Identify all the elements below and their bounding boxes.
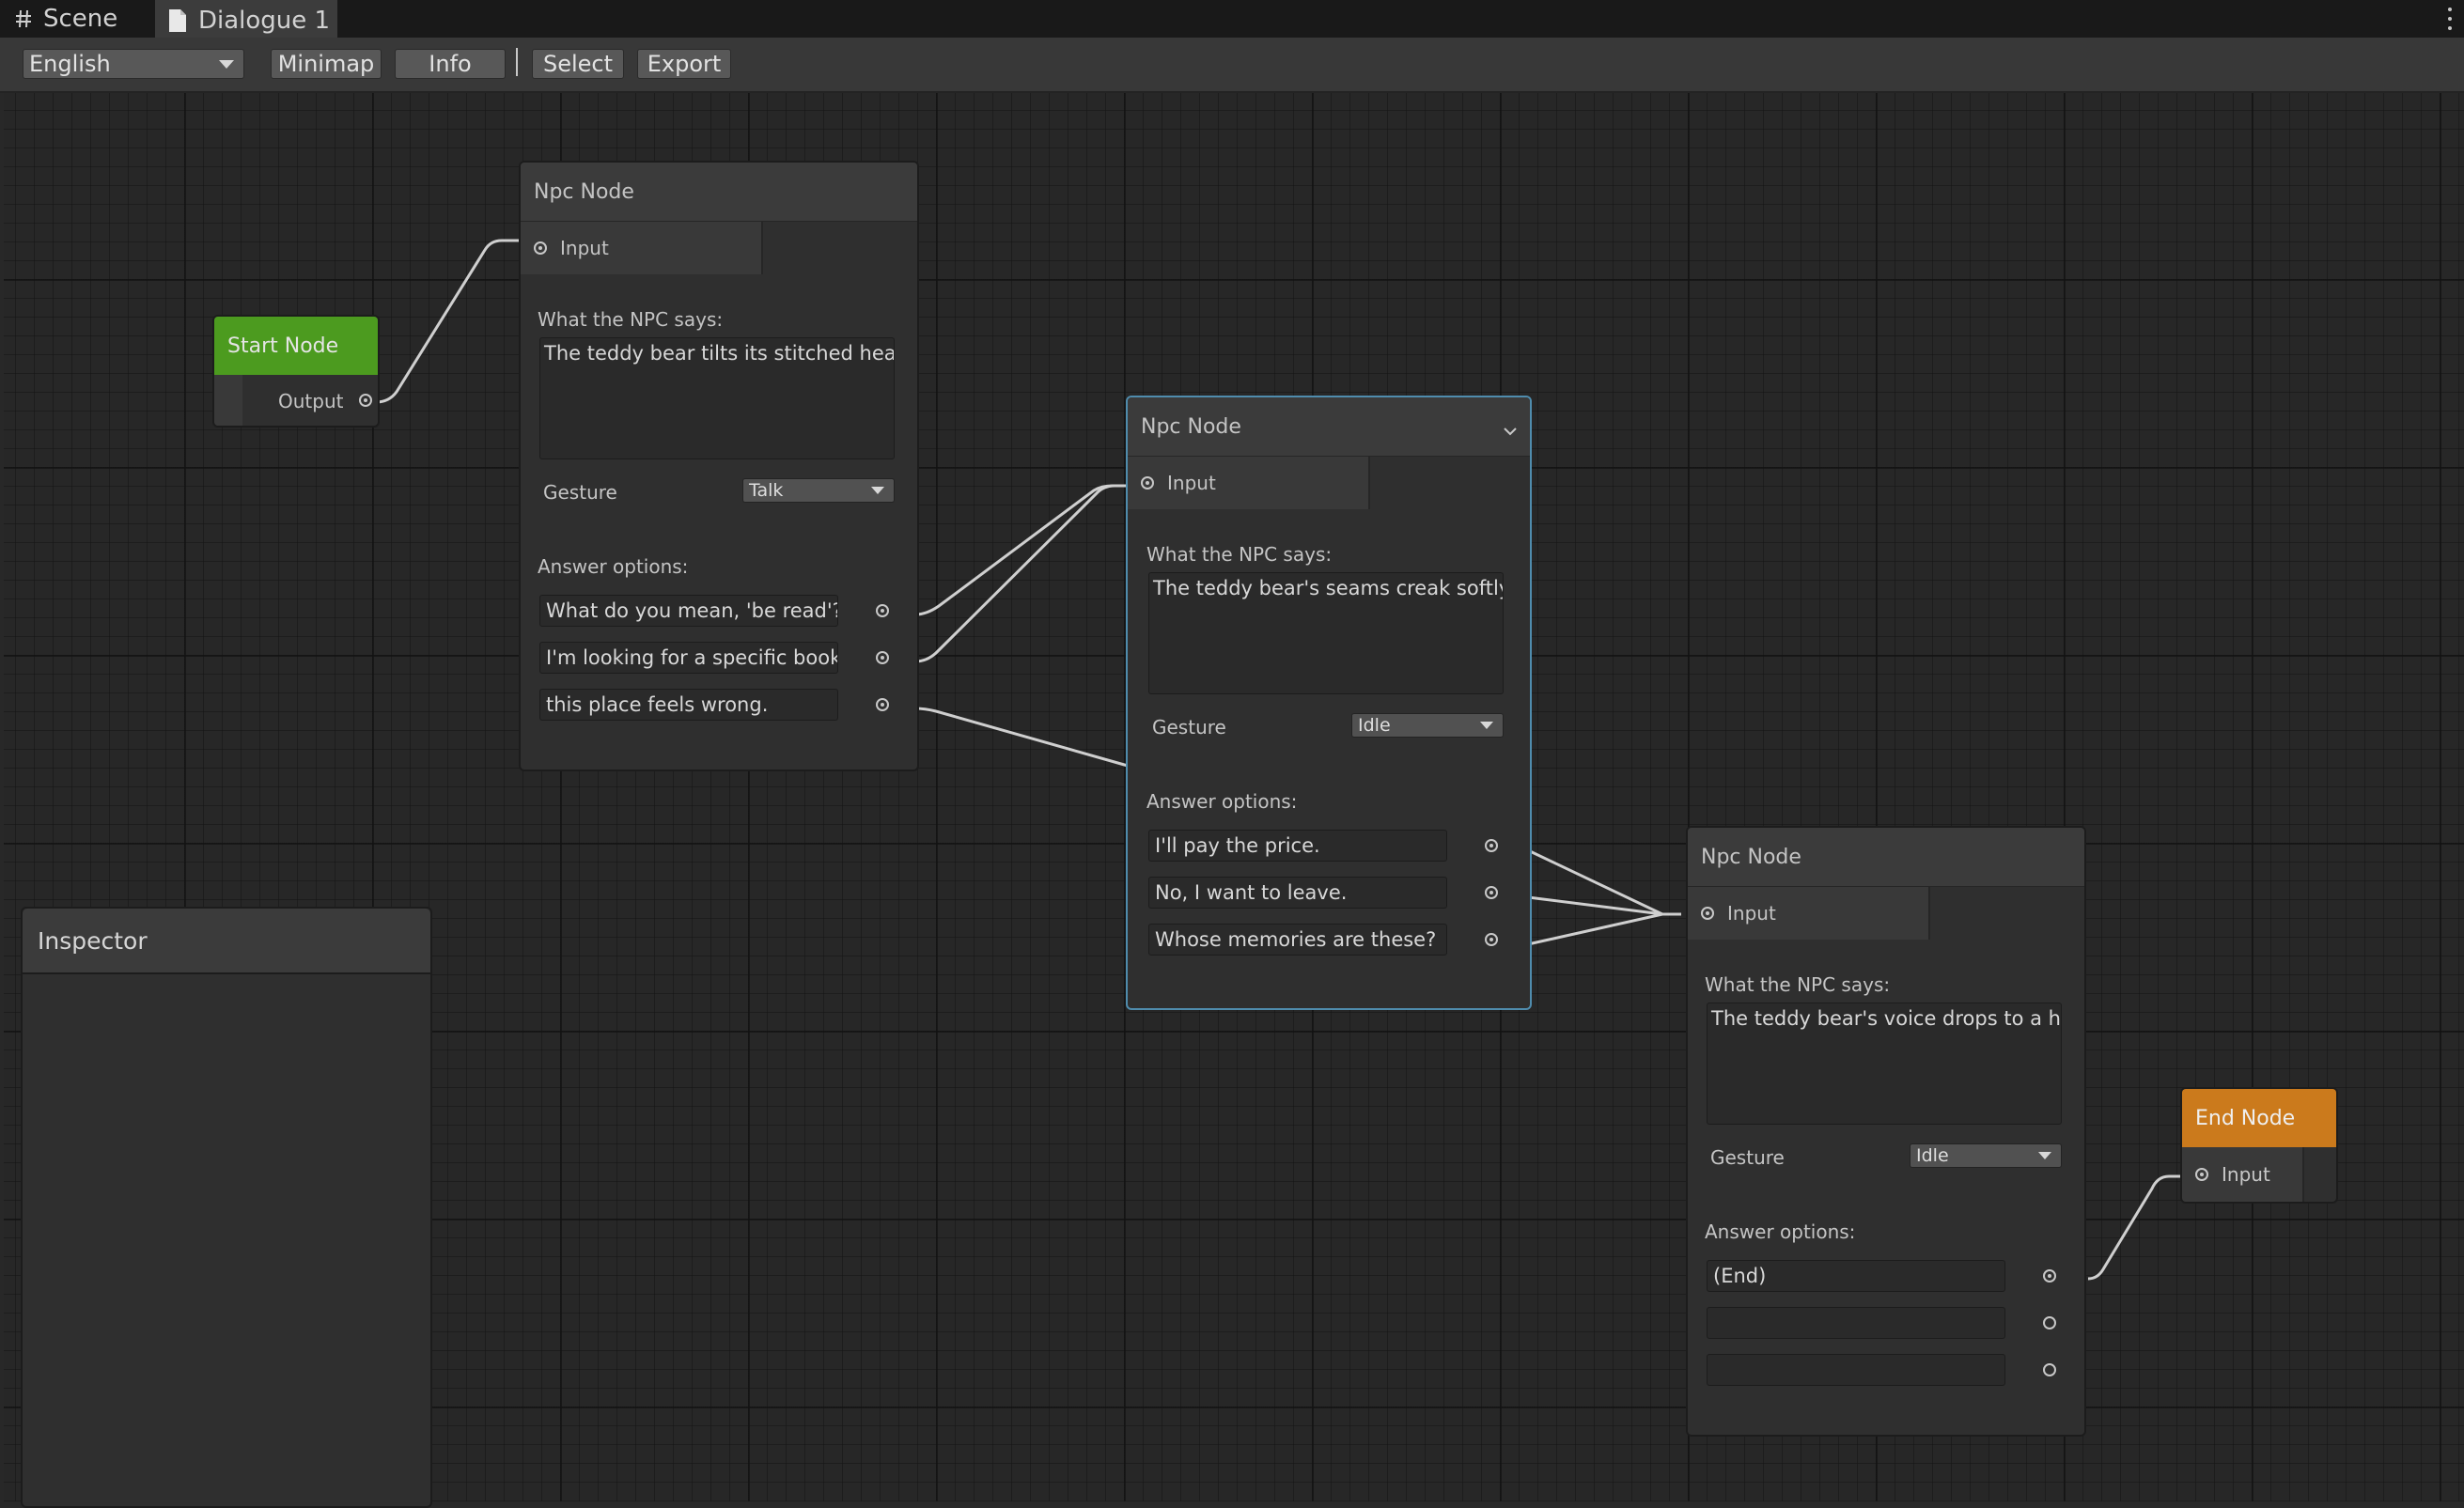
tab-dialogue[interactable]: Dialogue 1 <box>155 0 337 39</box>
gesture-value: Talk <box>749 480 784 501</box>
tab-bar: Scene Dialogue 1 <box>0 0 2464 39</box>
tab-scene[interactable]: Scene <box>15 0 156 38</box>
answer-output-port[interactable] <box>2043 1316 2056 1329</box>
end-node-input-row: Input <box>2182 1147 2336 1202</box>
end-node-title: End Node <box>2182 1089 2336 1147</box>
dropdown-arrow-icon <box>1480 722 1493 729</box>
npc-says-label: What the NPC says: <box>1705 973 1891 996</box>
gesture-dropdown[interactable]: Idle <box>1910 1143 2062 1168</box>
npc-node-title: Npc Node <box>1688 828 2084 887</box>
answer-output-port[interactable] <box>1485 886 1498 899</box>
end-node[interactable]: End Node Input <box>2180 1087 2338 1204</box>
wire-npc1-a3-to-npc2 <box>914 707 1129 768</box>
npc-says-label: What the NPC says: <box>1146 543 1333 566</box>
info-button[interactable]: Info <box>395 49 506 79</box>
answer-output-port[interactable] <box>876 604 889 617</box>
select-button[interactable]: Select <box>532 49 624 79</box>
document-icon <box>168 8 187 33</box>
select-label: Select <box>542 51 614 77</box>
inspector-title: Inspector <box>23 909 430 974</box>
output-label: Output <box>278 390 344 412</box>
input-port-row: Input <box>521 222 763 274</box>
wire-start-to-npc1 <box>375 239 522 404</box>
end-input-port-row: Input <box>2182 1147 2304 1202</box>
answer-option-field[interactable]: (End) <box>1707 1260 2005 1292</box>
input-port[interactable] <box>1701 907 1714 920</box>
start-node[interactable]: Start Node Output <box>212 315 380 428</box>
answer-output-port[interactable] <box>876 651 889 664</box>
input-label: Input <box>1727 902 1776 925</box>
wire-npc1-a2-to-npc2 <box>914 484 1131 663</box>
answer-options-label: Answer options: <box>1146 790 1298 813</box>
answer-option-field[interactable]: I'll pay the price. <box>1148 830 1447 862</box>
npc-says-textarea[interactable]: The teddy bear's voice drops to a hollo <box>1707 1003 2062 1125</box>
more-options-icon[interactable] <box>2445 4 2455 34</box>
answer-output-port[interactable] <box>876 698 889 711</box>
inspector-panel: Inspector <box>21 907 432 1508</box>
npc-node-title: Npc Node <box>1141 414 1241 439</box>
answer-output-port[interactable] <box>2043 1363 2056 1376</box>
minimap-label: Minimap <box>277 51 375 77</box>
npc-node-title: Npc Node <box>521 163 917 222</box>
gesture-value: Idle <box>1916 1145 1949 1166</box>
input-port-row: Input <box>1128 457 1370 509</box>
tab-dialogue-label: Dialogue 1 <box>198 7 331 35</box>
input-label: Input <box>2222 1163 2270 1186</box>
answer-option-field[interactable]: No, I want to leave. <box>1148 877 1447 909</box>
answer-option-field[interactable] <box>1707 1307 2005 1339</box>
answer-output-port[interactable] <box>2043 1269 2056 1283</box>
answer-options-label: Answer options: <box>538 555 689 578</box>
gesture-label: Gesture <box>543 481 617 504</box>
wire-npc3-a1-to-end <box>2087 1174 2182 1281</box>
input-port[interactable] <box>1141 476 1154 490</box>
output-port[interactable] <box>359 394 372 407</box>
answer-options-label: Answer options: <box>1705 1220 1856 1243</box>
answer-option-field[interactable]: this place feels wrong. <box>539 689 838 721</box>
dropdown-arrow-icon <box>871 487 884 494</box>
answer-option-field[interactable]: Whose memories are these? <box>1148 924 1447 956</box>
toolbar: English Minimap Info Select Export <box>0 38 2464 93</box>
input-port[interactable] <box>534 241 547 255</box>
language-value: English <box>29 51 111 77</box>
npc-says-label: What the NPC says: <box>538 308 724 331</box>
tab-scene-label: Scene <box>43 5 118 33</box>
language-dropdown[interactable]: English <box>23 49 244 79</box>
dropdown-arrow-icon <box>219 60 234 69</box>
npc-node-3[interactable]: Npc Node Input What the NPC says: The te… <box>1686 826 2086 1437</box>
npc-node-2[interactable]: Npc Node Input What the NPC says: The te… <box>1126 396 1532 1010</box>
answer-option-field[interactable] <box>1707 1354 2005 1386</box>
npc-says-textarea[interactable]: The teddy bear's seams creak softly a <box>1148 572 1504 694</box>
gesture-label: Gesture <box>1152 716 1226 738</box>
start-node-output-row: Output <box>214 375 378 426</box>
export-label: Export <box>647 51 722 77</box>
gesture-dropdown[interactable]: Talk <box>742 478 895 503</box>
start-node-title: Start Node <box>214 317 378 375</box>
npc-node-1[interactable]: Npc Node Input What the NPC says: The te… <box>519 161 919 771</box>
wire-npc1-a1-to-npc2 <box>914 484 1131 616</box>
chevron-down-icon[interactable] <box>1504 418 1517 442</box>
input-label: Input <box>1167 472 1216 494</box>
answer-output-port[interactable] <box>1485 839 1498 852</box>
npc-node-title-row: Npc Node <box>1128 397 1530 457</box>
minimap-button[interactable]: Minimap <box>271 49 382 79</box>
info-label: Info <box>429 51 472 77</box>
gesture-value: Idle <box>1358 715 1391 736</box>
input-port[interactable] <box>2195 1168 2208 1181</box>
npc-says-textarea[interactable]: The teddy bear tilts its stitched head, <box>539 337 895 459</box>
input-port-row: Input <box>1688 887 1930 940</box>
grid-icon <box>15 9 32 28</box>
toolbar-separator <box>516 48 518 76</box>
answer-option-field[interactable]: I'm looking for a specific book. <box>539 642 838 674</box>
answer-option-field[interactable]: What do you mean, 'be read'? <box>539 595 838 627</box>
export-button[interactable]: Export <box>637 49 731 79</box>
wire-npc2-a3-to-npc3 <box>1527 912 1681 946</box>
wire-npc2-a1-to-npc3 <box>1527 848 1681 916</box>
dropdown-arrow-icon <box>2038 1152 2051 1159</box>
input-label: Input <box>560 237 609 259</box>
gesture-dropdown[interactable]: Idle <box>1351 713 1504 738</box>
gesture-label: Gesture <box>1710 1146 1785 1169</box>
answer-output-port[interactable] <box>1485 933 1498 946</box>
